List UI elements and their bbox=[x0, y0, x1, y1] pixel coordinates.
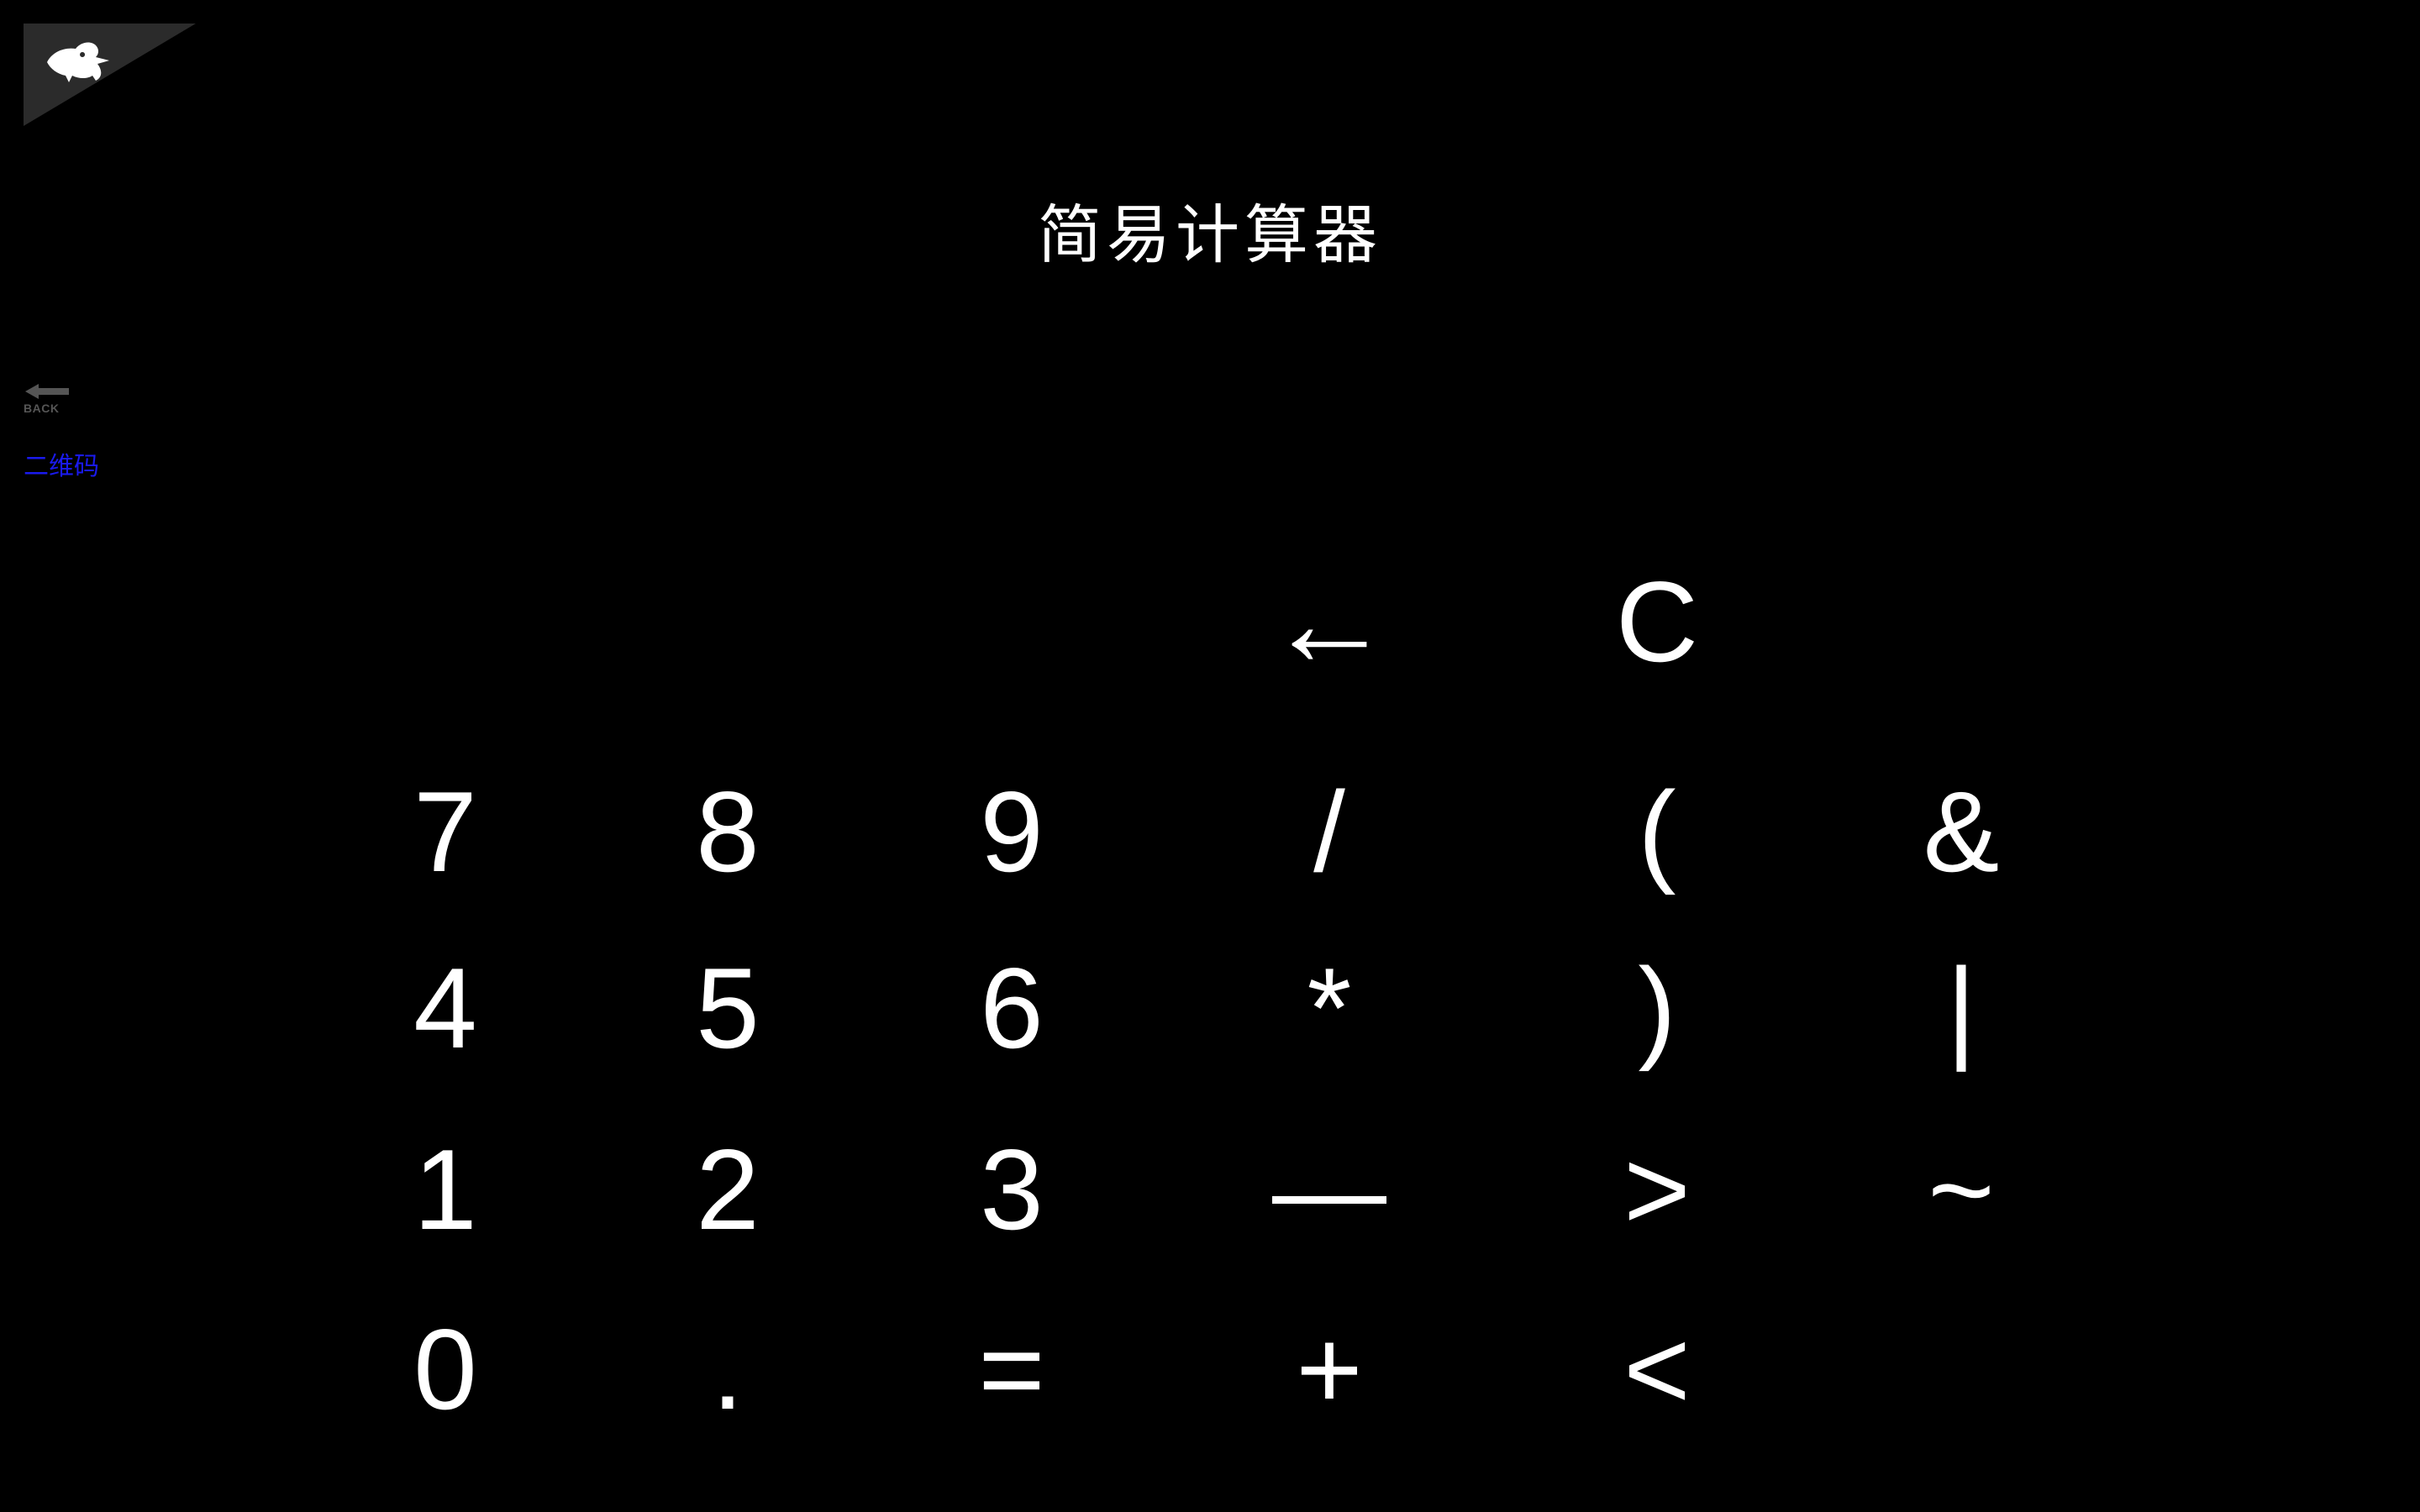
key-label: 5 bbox=[696, 944, 760, 1072]
bird-icon[interactable] bbox=[44, 37, 116, 84]
key-6[interactable]: 6 bbox=[928, 941, 1096, 1075]
backspace-key-label: ← bbox=[1266, 551, 1392, 692]
back-label: BACK bbox=[24, 402, 60, 415]
key-0[interactable]: 0 bbox=[361, 1302, 529, 1436]
key-label: / bbox=[1313, 768, 1345, 895]
key-minus[interactable]: — bbox=[1245, 1122, 1413, 1257]
key-1[interactable]: 1 bbox=[361, 1122, 529, 1257]
key-label: ~ bbox=[1928, 1126, 1995, 1253]
key-close-paren[interactable]: ) bbox=[1573, 941, 1741, 1075]
key-open-paren[interactable]: ( bbox=[1573, 764, 1741, 899]
key-pipe[interactable]: | bbox=[1877, 941, 2045, 1075]
key-label: 3 bbox=[980, 1126, 1044, 1253]
key-label: = bbox=[978, 1305, 1045, 1433]
key-multiply[interactable]: * bbox=[1245, 941, 1413, 1075]
key-label: | bbox=[1946, 944, 1976, 1072]
key-label: 9 bbox=[980, 768, 1044, 895]
key-label: 7 bbox=[413, 768, 477, 895]
key-label: & bbox=[1923, 768, 2000, 895]
clear-key-label: C bbox=[1615, 558, 1699, 685]
key-label: < bbox=[1623, 1305, 1691, 1433]
clear-key[interactable]: C bbox=[1573, 554, 1741, 689]
key-label: 1 bbox=[413, 1126, 477, 1253]
key-label: > bbox=[1623, 1126, 1691, 1253]
key-label: 2 bbox=[696, 1126, 760, 1253]
key-3[interactable]: 3 bbox=[928, 1122, 1096, 1257]
calculator-page: 简易计算器 BACK 二维码 ← C 7 8 9 / ( & 4 5 6 * )… bbox=[0, 0, 2420, 1512]
qr-code-link[interactable]: 二维码 bbox=[24, 445, 99, 482]
key-label: ) bbox=[1638, 944, 1676, 1072]
backspace-key[interactable]: ← bbox=[1245, 554, 1413, 689]
key-ampersand[interactable]: & bbox=[1877, 764, 2045, 899]
back-button[interactable]: BACK bbox=[24, 383, 74, 417]
key-4[interactable]: 4 bbox=[361, 941, 529, 1075]
key-label: 4 bbox=[413, 944, 477, 1072]
key-label: — bbox=[1272, 1126, 1386, 1253]
arrow-left-icon bbox=[25, 384, 69, 399]
key-2[interactable]: 2 bbox=[644, 1122, 812, 1257]
key-9[interactable]: 9 bbox=[928, 764, 1096, 899]
key-label: + bbox=[1296, 1305, 1363, 1433]
key-label: . bbox=[712, 1305, 744, 1433]
key-8[interactable]: 8 bbox=[644, 764, 812, 899]
key-label: 8 bbox=[696, 768, 760, 895]
key-equals[interactable]: = bbox=[928, 1302, 1096, 1436]
key-greater-than[interactable]: > bbox=[1573, 1122, 1741, 1257]
key-tilde[interactable]: ~ bbox=[1877, 1122, 2045, 1257]
key-less-than[interactable]: < bbox=[1573, 1302, 1741, 1436]
key-label: ( bbox=[1638, 768, 1676, 895]
key-plus[interactable]: + bbox=[1245, 1302, 1413, 1436]
key-7[interactable]: 7 bbox=[361, 764, 529, 899]
key-divide[interactable]: / bbox=[1245, 764, 1413, 899]
key-5[interactable]: 5 bbox=[644, 941, 812, 1075]
key-label: 0 bbox=[413, 1305, 477, 1433]
key-decimal[interactable]: . bbox=[644, 1302, 812, 1436]
page-title: 简易计算器 bbox=[1038, 197, 1382, 272]
key-label: 6 bbox=[980, 944, 1044, 1072]
key-label: * bbox=[1307, 944, 1352, 1072]
